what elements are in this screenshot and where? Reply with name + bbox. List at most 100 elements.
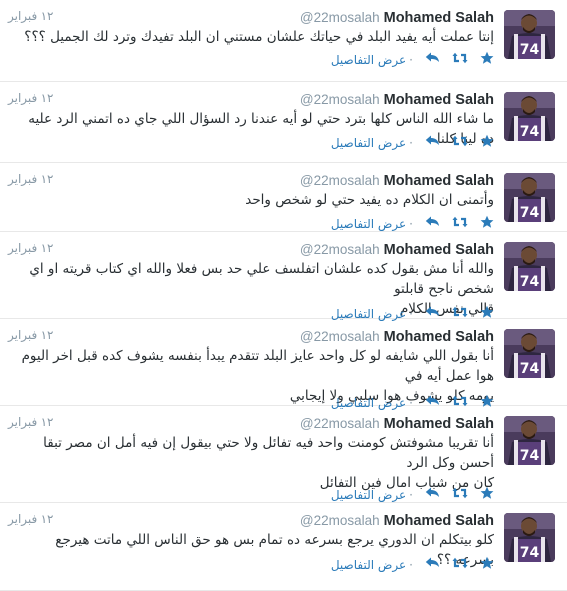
fullname[interactable]: Mohamed Salah — [384, 416, 494, 432]
tweet-text-line: والله أنا مش بقول كده علشان اتفلسف علي ح… — [29, 261, 494, 297]
fullname[interactable]: Mohamed Salah — [384, 242, 494, 258]
tweet-timestamp[interactable]: ١٢ فبراير — [8, 512, 54, 526]
tweet-actions: · عرض التفاصيل — [331, 134, 494, 153]
view-details-link[interactable]: · عرض التفاصيل — [331, 136, 413, 150]
view-details-label: عرض التفاصيل — [330, 136, 407, 150]
avatar-image: 74 — [504, 242, 555, 291]
tweet-text-line: إنتا عملت أيه يفيد البلد في حياتك علشان … — [24, 29, 494, 45]
tweet-header: @22mosalah Mohamed Salah — [300, 328, 494, 346]
tweet-timestamp[interactable]: ١٢ فبراير — [8, 328, 54, 342]
tweet-text-line: أنا تقريبا مشوفتش كومنت واحد فيه تفائل و… — [43, 435, 494, 471]
tweet-timestamp[interactable]: ١٢ فبراير — [8, 241, 54, 255]
view-details-label: عرض التفاصيل — [330, 488, 407, 502]
tweet-actions: · عرض التفاصيل — [331, 486, 494, 505]
svg-text:74: 74 — [520, 545, 540, 561]
reply-icon[interactable] — [425, 215, 440, 233]
tweet-header: @22mosalah Mohamed Salah — [300, 512, 494, 530]
bullet-separator-icon: · — [409, 558, 413, 572]
tweet-actions: · عرض التفاصيل — [331, 51, 494, 70]
retweet-icon[interactable] — [452, 134, 468, 153]
tweet-header: @22mosalah Mohamed Salah — [300, 91, 494, 109]
favorite-icon[interactable] — [480, 215, 494, 234]
username[interactable]: @22mosalah — [300, 10, 380, 25]
tweet-text: وأتمنى ان الكلام ده يفيد حتي لو شخص واحد — [14, 190, 494, 210]
avatar[interactable]: 74 — [504, 513, 555, 562]
favorite-icon[interactable] — [480, 556, 494, 575]
fullname[interactable]: Mohamed Salah — [384, 513, 494, 529]
username[interactable]: @22mosalah — [300, 513, 380, 528]
tweet-item[interactable]: 74 @22mosalah Mohamed Salah ١٢ فبراير أنا ب… — [0, 319, 567, 410]
view-details-label: عرض التفاصيل — [330, 53, 407, 67]
avatar-image: 74 — [504, 92, 555, 141]
view-details-link[interactable]: · عرض التفاصيل — [331, 217, 413, 231]
svg-text:74: 74 — [520, 274, 540, 290]
favorite-icon[interactable] — [480, 134, 494, 153]
svg-text:74: 74 — [520, 361, 540, 377]
tweet-text-line: وأتمنى ان الكلام ده يفيد حتي لو شخص واحد — [245, 192, 494, 208]
tweet-header: @22mosalah Mohamed Salah — [300, 241, 494, 259]
view-details-label: عرض التفاصيل — [330, 558, 407, 572]
bullet-separator-icon: · — [409, 488, 413, 502]
tweet-timestamp[interactable]: ١٢ فبراير — [8, 91, 54, 105]
view-details-label: عرض التفاصيل — [330, 217, 407, 231]
favorite-icon[interactable] — [480, 51, 494, 70]
tweet-header: @22mosalah Mohamed Salah — [300, 172, 494, 190]
view-details-link[interactable]: · عرض التفاصيل — [331, 558, 413, 572]
fullname[interactable]: Mohamed Salah — [384, 10, 494, 26]
favorite-icon[interactable] — [480, 486, 494, 505]
reply-icon[interactable] — [425, 486, 440, 504]
avatar[interactable]: 74 — [504, 92, 555, 141]
avatar-image: 74 — [504, 329, 555, 378]
retweet-icon[interactable] — [452, 486, 468, 505]
view-details-link[interactable]: · عرض التفاصيل — [331, 53, 413, 67]
username[interactable]: @22mosalah — [300, 92, 380, 107]
tweet-item[interactable]: 74 @22mosalah Mohamed Salah ١٢ فبراير والله… — [0, 232, 567, 321]
fullname[interactable]: Mohamed Salah — [384, 329, 494, 345]
avatar-image: 74 — [504, 173, 555, 222]
tweet-text: إنتا عملت أيه يفيد البلد في حياتك علشان … — [14, 27, 494, 47]
tweet-timestamp[interactable]: ١٢ فبراير — [8, 9, 54, 23]
svg-text:74: 74 — [520, 205, 540, 221]
tweet-text-line: أنا بقول اللي شايفه لو كل واحد عايز البل… — [21, 348, 494, 384]
tweet-actions: · عرض التفاصيل — [331, 215, 494, 234]
avatar-image: 74 — [504, 10, 555, 59]
bullet-separator-icon: · — [409, 53, 413, 67]
tweet-text: أنا تقريبا مشوفتش كومنت واحد فيه تفائل و… — [14, 433, 494, 493]
tweet-item[interactable]: 74 @22mosalah Mohamed Salah ١٢ فبراير إنتا … — [0, 0, 567, 82]
avatar-image: 74 — [504, 416, 555, 465]
tweet-timestamp[interactable]: ١٢ فبراير — [8, 415, 54, 429]
username[interactable]: @22mosalah — [300, 173, 380, 188]
reply-icon[interactable] — [425, 51, 440, 69]
bullet-separator-icon: · — [409, 136, 413, 150]
username[interactable]: @22mosalah — [300, 242, 380, 257]
fullname[interactable]: Mohamed Salah — [384, 173, 494, 189]
tweet-header: @22mosalah Mohamed Salah — [300, 415, 494, 433]
svg-text:74: 74 — [520, 42, 540, 58]
tweet-item[interactable]: 74 @22mosalah Mohamed Salah ١٢ فبراير أنا ت… — [0, 406, 567, 503]
username[interactable]: @22mosalah — [300, 416, 380, 431]
svg-text:74: 74 — [520, 448, 540, 464]
retweet-icon[interactable] — [452, 215, 468, 234]
avatar[interactable]: 74 — [504, 173, 555, 222]
tweet-item[interactable]: 74 @22mosalah Mohamed Salah ١٢ فبراير كلو ب… — [0, 503, 567, 591]
reply-icon[interactable] — [425, 134, 440, 152]
avatar[interactable]: 74 — [504, 329, 555, 378]
fullname[interactable]: Mohamed Salah — [384, 92, 494, 108]
username[interactable]: @22mosalah — [300, 329, 380, 344]
bullet-separator-icon: · — [409, 217, 413, 231]
svg-text:74: 74 — [520, 124, 540, 140]
view-details-link[interactable]: · عرض التفاصيل — [331, 488, 413, 502]
avatar[interactable]: 74 — [504, 242, 555, 291]
avatar[interactable]: 74 — [504, 416, 555, 465]
avatar-image: 74 — [504, 513, 555, 562]
tweet-timeline: 74 @22mosalah Mohamed Salah ١٢ فبراير إنتا … — [0, 0, 567, 591]
tweet-actions: · عرض التفاصيل — [331, 556, 494, 575]
tweet-timestamp[interactable]: ١٢ فبراير — [8, 172, 54, 186]
avatar[interactable]: 74 — [504, 10, 555, 59]
reply-icon[interactable] — [425, 556, 440, 574]
tweet-header: @22mosalah Mohamed Salah — [300, 9, 494, 27]
retweet-icon[interactable] — [452, 51, 468, 70]
tweet-item[interactable]: 74 @22mosalah Mohamed Salah ١٢ فبراير ما شا… — [0, 82, 567, 163]
tweet-item[interactable]: 74 @22mosalah Mohamed Salah ١٢ فبراير وأتمن… — [0, 163, 567, 232]
retweet-icon[interactable] — [452, 556, 468, 575]
